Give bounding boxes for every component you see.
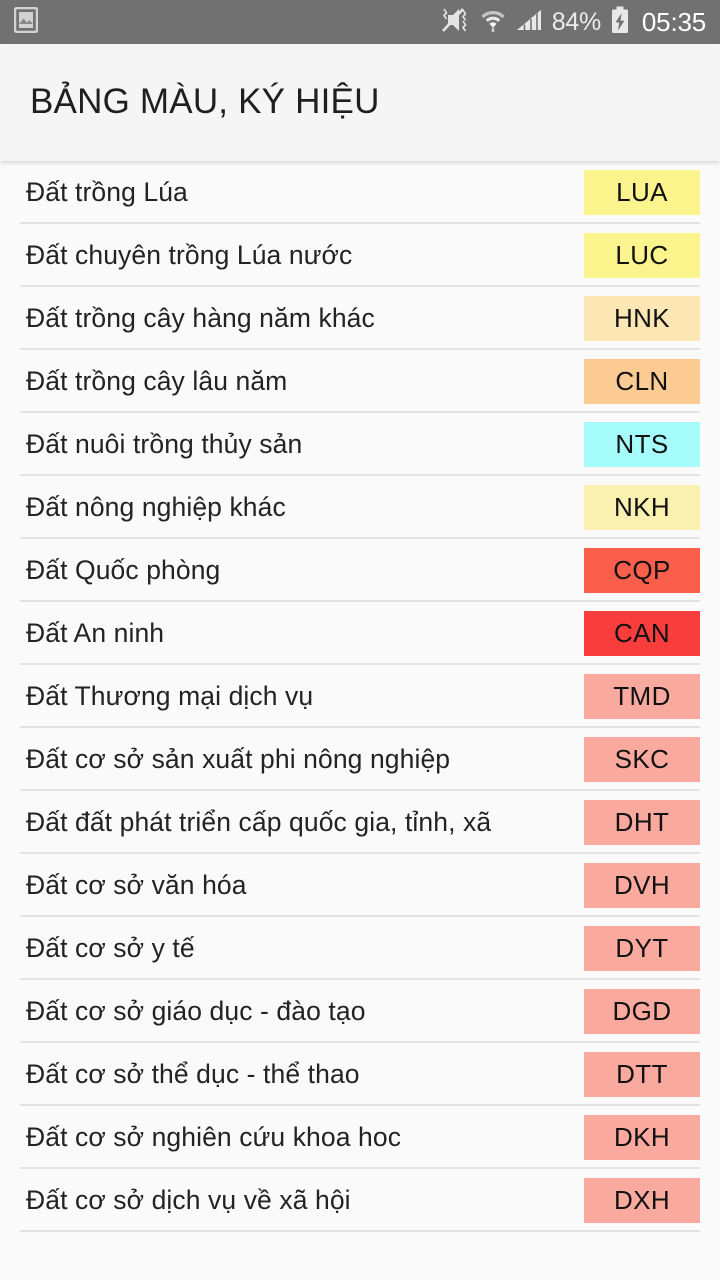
land-type-label: Đất trồng Lúa — [26, 177, 188, 208]
list-item[interactable]: Đất chuyên trồng Lúa nước LUC — [0, 224, 720, 287]
land-type-code-badge: TMD — [584, 674, 700, 719]
list-item[interactable]: Đất trồng cây lâu năm CLN — [0, 350, 720, 413]
land-type-code-badge: DTT — [584, 1052, 700, 1097]
list-item[interactable]: Đất trồng Lúa LUA — [0, 161, 720, 224]
list-item[interactable]: Đất đất phát triển cấp quốc gia, tỉnh, x… — [0, 791, 720, 854]
wifi-icon — [480, 7, 506, 38]
land-type-label: Đất nông nghiệp khác — [26, 492, 286, 523]
land-type-code-badge: DHT — [584, 800, 700, 845]
land-type-label: Đất cơ sở sản xuất phi nông nghiệp — [26, 744, 451, 775]
list-item[interactable]: Đất trồng cây hàng năm khác HNK — [0, 287, 720, 350]
land-type-label: Đất cơ sở văn hóa — [26, 870, 247, 901]
land-type-code-badge: DGD — [584, 989, 700, 1034]
cellular-signal-icon — [515, 7, 543, 38]
list-item[interactable]: Đất cơ sở dịch vụ về xã hội DXH — [0, 1169, 720, 1232]
land-type-code-badge: CLN — [584, 359, 700, 404]
status-bar-system-icons: 84% 05:35 — [441, 6, 706, 39]
land-type-label: Đất Quốc phòng — [26, 555, 221, 586]
land-type-label: Đất trồng cây lâu năm — [26, 366, 288, 397]
land-type-label: Đất nuôi trồng thủy sản — [26, 429, 303, 460]
page-title: BẢNG MÀU, KÝ HIỆU — [30, 82, 380, 122]
land-type-code-badge: DYT — [584, 926, 700, 971]
list-item[interactable]: Đất nuôi trồng thủy sản NTS — [0, 413, 720, 476]
land-type-code-badge: HNK — [584, 296, 700, 341]
land-type-code-badge: DXH — [584, 1178, 700, 1223]
land-type-label: Đất đất phát triển cấp quốc gia, tỉnh, x… — [26, 807, 492, 838]
land-type-label: Đất cơ sở nghiên cứu khoa hoc — [26, 1122, 402, 1153]
list-item[interactable]: Đất cơ sở thể dục - thể thao DTT — [0, 1043, 720, 1106]
list-item[interactable]: Đất cơ sở sản xuất phi nông nghiệp SKC — [0, 728, 720, 791]
land-type-label: Đất cơ sở dịch vụ về xã hội — [26, 1185, 351, 1216]
status-bar: 84% 05:35 — [0, 0, 720, 44]
battery-percent-label: 84% — [551, 7, 601, 36]
status-bar-notifications — [13, 6, 441, 38]
mute-vibrate-icon — [441, 7, 471, 38]
list-item[interactable]: Đất cơ sở y tế DYT — [0, 917, 720, 980]
land-type-code-badge: CAN — [584, 611, 700, 656]
land-type-label: Đất cơ sở giáo dục - đào tạo — [26, 996, 366, 1027]
clock-label: 05:35 — [641, 7, 706, 37]
photo-icon — [13, 6, 39, 38]
app-bar: BẢNG MÀU, KÝ HIỆU — [0, 44, 720, 161]
land-type-label: Đất Thương mại dịch vụ — [26, 681, 314, 712]
list-item[interactable]: Đất Thương mại dịch vụ TMD — [0, 665, 720, 728]
list-item[interactable]: Đất Quốc phòng CQP — [0, 539, 720, 602]
list-item[interactable]: Đất An ninh CAN — [0, 602, 720, 665]
list-item[interactable]: Đất cơ sở nghiên cứu khoa hoc DKH — [0, 1106, 720, 1169]
list-item[interactable]: Đất cơ sở giáo dục - đào tạo DGD — [0, 980, 720, 1043]
land-type-label: Đất An ninh — [26, 618, 165, 649]
land-type-label: Đất trồng cây hàng năm khác — [26, 303, 375, 334]
land-type-code-badge: SKC — [584, 737, 700, 782]
land-type-code-badge: NTS — [584, 422, 700, 467]
land-type-code-badge: LUC — [584, 233, 700, 278]
land-type-code-badge: NKH — [584, 485, 700, 530]
land-type-code-badge: DKH — [584, 1115, 700, 1160]
land-type-label: Đất chuyên trồng Lúa nước — [26, 240, 353, 271]
land-type-code-badge: CQP — [584, 548, 700, 593]
land-type-code-badge: LUA — [584, 170, 700, 215]
list-item[interactable]: Đất cơ sở văn hóa DVH — [0, 854, 720, 917]
battery-charging-icon — [610, 6, 630, 39]
land-type-label: Đất cơ sở y tế — [26, 933, 195, 964]
land-type-list: Đất trồng Lúa LUA Đất chuyên trồng Lúa nướ… — [0, 161, 720, 1232]
list-item[interactable]: Đất nông nghiệp khác NKH — [0, 476, 720, 539]
land-type-code-badge: DVH — [584, 863, 700, 908]
land-type-label: Đất cơ sở thể dục - thể thao — [26, 1059, 360, 1090]
